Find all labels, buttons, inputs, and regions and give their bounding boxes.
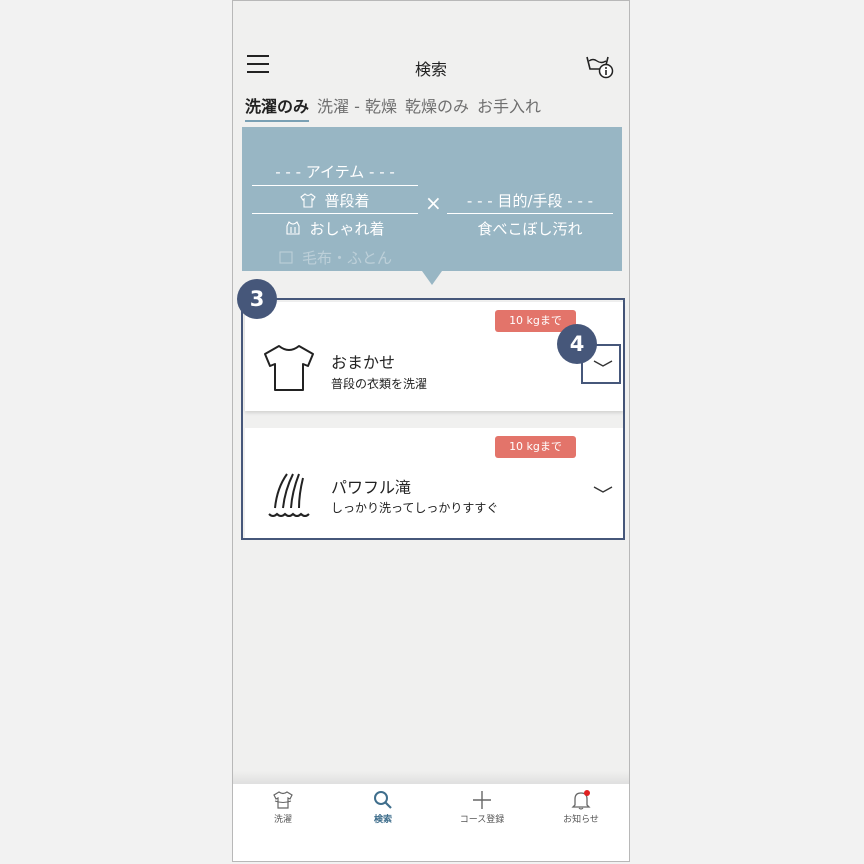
nav-shadow xyxy=(233,771,629,785)
blanket-icon xyxy=(279,250,293,264)
capacity-badge: 10 kgまで xyxy=(495,436,576,458)
tab-wash-only[interactable]: 洗濯のみ xyxy=(245,93,310,122)
nav-label: コース登録 xyxy=(459,815,505,825)
annotation-marker: 3 xyxy=(237,279,277,319)
filter-picker: - - - アイテム - - - 普段着 おしゃれ着 毛布・ふとん × - - … xyxy=(242,127,622,271)
nav-notifications[interactable]: お知らせ xyxy=(531,790,629,825)
purpose-header: - - - 目的/手段 - - - xyxy=(466,192,594,210)
category-tabs: 洗濯のみ 洗濯 - 乾燥 乾燥のみ お手入れ xyxy=(245,93,541,122)
nav-course-register[interactable]: コース登録 xyxy=(432,790,532,825)
filter-pointer xyxy=(422,271,442,285)
divider xyxy=(447,213,613,214)
tab-dry-only[interactable]: 乾燥のみ xyxy=(405,93,469,122)
course-title: おまかせ xyxy=(331,353,396,372)
item-option-delicate[interactable]: おしゃれ着 xyxy=(252,217,418,239)
bottom-navigation: 洗濯 検索 コース登録 お知らせ xyxy=(233,784,629,861)
item-label: 毛布・ふとん xyxy=(301,248,392,267)
wash-info-icon[interactable] xyxy=(585,53,615,79)
tshirt-icon xyxy=(273,791,293,809)
bell-icon xyxy=(571,790,591,810)
tab-care[interactable]: お手入れ xyxy=(477,93,541,122)
item-label: 普段着 xyxy=(324,191,370,210)
nav-wash[interactable]: 洗濯 xyxy=(233,790,333,825)
tshirt-icon xyxy=(264,345,314,391)
page-title: 検索 xyxy=(414,60,447,79)
item-label: おしゃれ着 xyxy=(309,219,385,238)
item-option-casual[interactable]: 普段着 xyxy=(252,189,418,211)
nav-label: 検索 xyxy=(373,815,392,825)
phone-screen: 検索 洗濯のみ 洗濯 - 乾燥 乾燥のみ お手入れ - - - アイテム - -… xyxy=(232,0,630,862)
nav-label: お知らせ xyxy=(563,815,599,825)
annotation-marker: 4 xyxy=(557,324,597,364)
tab-wash-dry[interactable]: 洗濯 - 乾燥 xyxy=(317,93,397,122)
purpose-option-food-stain[interactable]: 食べこぼし汚れ xyxy=(447,217,613,239)
chevron-down-icon[interactable] xyxy=(593,484,613,496)
item-option-blanket[interactable]: 毛布・ふとん xyxy=(252,246,418,268)
app-header: 検索 xyxy=(233,41,629,91)
blouse-icon xyxy=(286,221,301,235)
shirt-icon xyxy=(300,192,317,208)
purpose-label: 食べこぼし汚れ xyxy=(477,219,583,238)
notification-dot xyxy=(584,790,590,796)
search-icon xyxy=(374,791,392,809)
divider xyxy=(252,185,418,186)
nav-search[interactable]: 検索 xyxy=(333,790,433,825)
nav-label: 洗濯 xyxy=(273,815,292,825)
course-description: しっかり洗ってしっかりすすぐ xyxy=(331,501,499,515)
item-header: - - - アイテム - - - xyxy=(275,163,395,181)
waterfall-icon xyxy=(268,473,310,517)
course-description: 普段の衣類を洗濯 xyxy=(331,377,428,391)
plus-icon xyxy=(473,791,491,809)
times-symbol: × xyxy=(425,191,442,215)
course-title: パワフル滝 xyxy=(331,478,412,497)
course-card[interactable]: 10 kgまで パワフル滝 しっかり洗ってしっかりすすぐ xyxy=(245,428,623,538)
divider xyxy=(252,213,418,214)
